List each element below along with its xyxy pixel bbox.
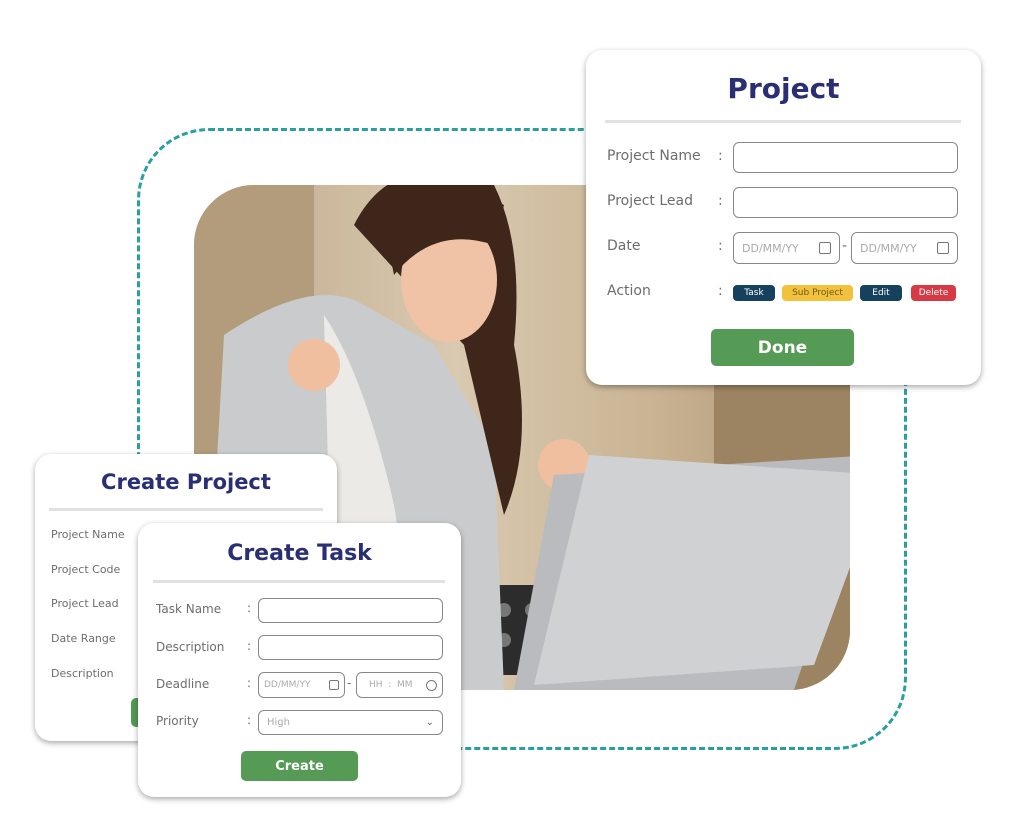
calendar-icon[interactable] bbox=[819, 242, 831, 254]
deadline-separator: - bbox=[347, 676, 352, 690]
priority-value: High bbox=[267, 717, 290, 728]
project-name-label: Project Name bbox=[607, 148, 701, 164]
action-label: Action bbox=[607, 283, 651, 299]
project-lead-input[interactable] bbox=[733, 187, 958, 218]
clock-icon[interactable] bbox=[426, 679, 437, 691]
calendar-icon[interactable] bbox=[329, 680, 339, 690]
task-name-label: Task Name bbox=[156, 602, 222, 616]
colon: : bbox=[247, 601, 252, 615]
deadline-label: Deadline bbox=[156, 677, 210, 691]
sub-project-button[interactable]: Sub Project bbox=[782, 285, 853, 301]
start-date-placeholder: DD/MM/YY bbox=[742, 241, 799, 255]
time-placeholder: HH : MM bbox=[369, 680, 413, 690]
task-button[interactable]: Task bbox=[733, 285, 775, 301]
colon: : bbox=[247, 676, 252, 690]
create-button[interactable]: Create bbox=[241, 751, 358, 781]
divider bbox=[153, 580, 445, 583]
project-name-input[interactable] bbox=[733, 142, 958, 173]
description-label: Description bbox=[156, 640, 225, 654]
colon: : bbox=[718, 193, 723, 209]
colon: : bbox=[247, 639, 252, 653]
priority-label: Priority bbox=[156, 714, 199, 728]
divider bbox=[605, 120, 961, 123]
start-date-input[interactable]: DD/MM/YY bbox=[733, 232, 840, 264]
colon: : bbox=[718, 238, 723, 254]
colon: : bbox=[247, 713, 252, 727]
description-input[interactable] bbox=[258, 635, 443, 660]
colon: : bbox=[718, 283, 723, 299]
deadline-date-input[interactable]: DD/MM/YY bbox=[258, 672, 345, 698]
edit-button[interactable]: Edit bbox=[860, 285, 902, 301]
project-card: Project Project Name : Project Lead : Da… bbox=[586, 50, 981, 385]
date-range-label: Date Range bbox=[51, 632, 116, 645]
chevron-down-icon[interactable]: ⌄ bbox=[426, 717, 434, 728]
calendar-icon[interactable] bbox=[937, 242, 949, 254]
task-name-input[interactable] bbox=[258, 598, 443, 623]
done-button[interactable]: Done bbox=[711, 329, 854, 366]
description-label: Description bbox=[51, 667, 114, 680]
delete-button[interactable]: Delete bbox=[911, 285, 956, 301]
date-placeholder: DD/MM/YY bbox=[264, 680, 311, 690]
project-code-label: Project Code bbox=[51, 563, 121, 576]
divider bbox=[49, 508, 323, 511]
end-date-placeholder: DD/MM/YY bbox=[860, 241, 917, 255]
deadline-time-input[interactable]: HH : MM bbox=[356, 672, 443, 698]
project-lead-label: Project Lead bbox=[51, 597, 119, 610]
create-task-card: Create Task Task Name : Description : De… bbox=[138, 523, 461, 797]
date-label: Date bbox=[607, 238, 641, 254]
date-separator: - bbox=[842, 238, 848, 254]
card-title: Create Task bbox=[227, 541, 372, 566]
priority-select[interactable]: High ⌄ bbox=[258, 710, 443, 735]
end-date-input[interactable]: DD/MM/YY bbox=[851, 232, 958, 264]
card-title: Create Project bbox=[101, 470, 271, 494]
project-lead-label: Project Lead bbox=[607, 193, 693, 209]
card-title: Project bbox=[727, 72, 840, 105]
colon: : bbox=[718, 148, 723, 164]
project-name-label: Project Name bbox=[51, 528, 125, 541]
